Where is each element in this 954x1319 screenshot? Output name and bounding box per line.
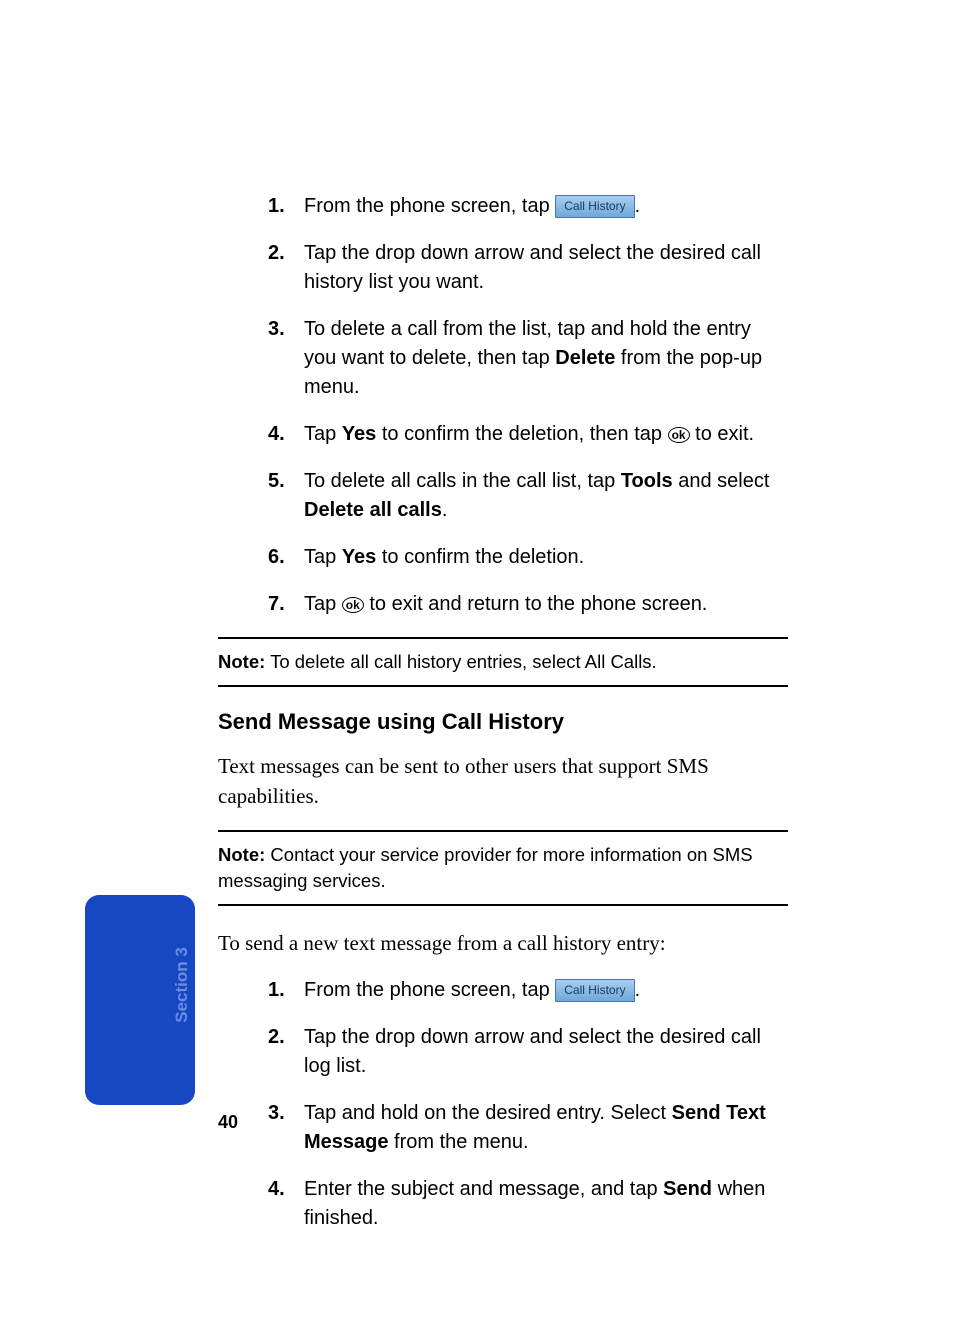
step-text: Tap the drop down arrow and select the d… xyxy=(304,1023,788,1081)
note-label: Note: xyxy=(218,651,265,672)
step-number: 2. xyxy=(268,239,300,297)
step-item: 7. Tap ok to exit and return to the phon… xyxy=(268,590,788,619)
step-text: Tap and hold on the desired entry. Selec… xyxy=(304,1099,788,1157)
step-item: 2. Tap the drop down arrow and select th… xyxy=(268,1023,788,1081)
note-text: To delete all call history entries, sele… xyxy=(265,651,656,672)
ok-icon: ok xyxy=(668,427,690,443)
step-text: To delete all calls in the call list, ta… xyxy=(304,467,788,525)
section-heading: Send Message using Call History xyxy=(218,709,788,735)
note-label: Note: xyxy=(218,844,265,865)
section-tab-label: Section 3 xyxy=(172,947,192,1023)
call-history-button-icon: Call History xyxy=(555,979,634,1002)
step-text: Tap Yes to confirm the deletion, then ta… xyxy=(304,420,788,449)
call-history-button-icon: Call History xyxy=(555,195,634,218)
step-item: 4. Tap Yes to confirm the deletion, then… xyxy=(268,420,788,449)
step-number: 3. xyxy=(268,1099,300,1157)
step-item: 3. Tap and hold on the desired entry. Se… xyxy=(268,1099,788,1157)
page-content: 1. From the phone screen, tap Call Histo… xyxy=(218,192,788,1251)
step-text: Tap ok to exit and return to the phone s… xyxy=(304,590,788,619)
step-number: 4. xyxy=(268,420,300,449)
step-text: From the phone screen, tap Call History. xyxy=(304,976,788,1005)
step-item: 6. Tap Yes to confirm the deletion. xyxy=(268,543,788,572)
step-text: Tap Yes to confirm the deletion. xyxy=(304,543,788,572)
step-number: 2. xyxy=(268,1023,300,1081)
step-list-1: 1. From the phone screen, tap Call Histo… xyxy=(218,192,788,619)
step-number: 6. xyxy=(268,543,300,572)
ok-icon: ok xyxy=(342,597,364,613)
body-paragraph: To send a new text message from a call h… xyxy=(218,928,788,958)
step-text: Tap the drop down arrow and select the d… xyxy=(304,239,788,297)
step-list-2: 1. From the phone screen, tap Call Histo… xyxy=(218,976,788,1233)
step-number: 4. xyxy=(268,1175,300,1233)
step-number: 7. xyxy=(268,590,300,619)
step-item: 3. To delete a call from the list, tap a… xyxy=(268,315,788,402)
step-text: Enter the subject and message, and tap S… xyxy=(304,1175,788,1233)
section-tab: Section 3 xyxy=(85,895,195,1105)
step-item: 4. Enter the subject and message, and ta… xyxy=(268,1175,788,1233)
note-text: Contact your service provider for more i… xyxy=(218,844,753,891)
step-item: 2. Tap the drop down arrow and select th… xyxy=(268,239,788,297)
step-number: 1. xyxy=(268,192,300,221)
step-text: From the phone screen, tap Call History. xyxy=(304,192,788,221)
step-item: 5. To delete all calls in the call list,… xyxy=(268,467,788,525)
step-number: 1. xyxy=(268,976,300,1005)
step-item: 1. From the phone screen, tap Call Histo… xyxy=(268,192,788,221)
step-text: To delete a call from the list, tap and … xyxy=(304,315,788,402)
note-block: Note: To delete all call history entries… xyxy=(218,637,788,687)
step-item: 1. From the phone screen, tap Call Histo… xyxy=(268,976,788,1005)
note-block: Note: Contact your service provider for … xyxy=(218,830,788,906)
step-number: 5. xyxy=(268,467,300,525)
step-number: 3. xyxy=(268,315,300,402)
body-paragraph: Text messages can be sent to other users… xyxy=(218,751,788,812)
